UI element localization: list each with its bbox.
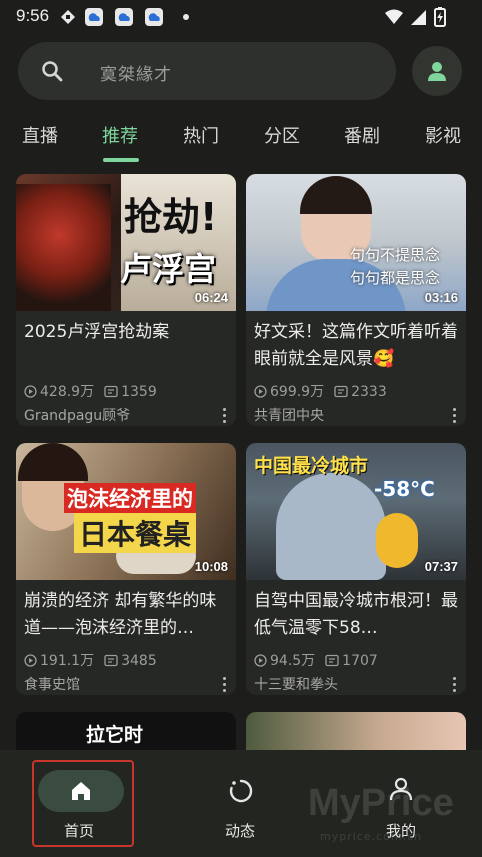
video-duration: 10:08 bbox=[194, 559, 228, 574]
tab-film[interactable]: 影视 bbox=[425, 122, 461, 148]
video-card[interactable]: 抢劫! 卢浮宫 06:24 2025卢浮宫抢劫案 428.9万 1359 Gran… bbox=[16, 174, 236, 426]
video-stats: 94.5万 1707 bbox=[254, 650, 378, 670]
dynamic-icon[interactable] bbox=[228, 778, 254, 804]
video-stats: 428.9万 1359 bbox=[24, 381, 157, 401]
cloud-notification-icon bbox=[85, 8, 103, 26]
uploader-name[interactable]: Grandpagu顾爷 bbox=[24, 405, 130, 425]
video-title: 自驾中国最冷城市根河！最低气温零下58… bbox=[254, 591, 458, 638]
video-stats: 699.9万 2333 bbox=[254, 381, 387, 401]
danmaku-icon bbox=[334, 385, 348, 398]
video-card[interactable]: 句句不提思念 句句都是思念 03:16 好文采！这篇作文听着听着眼前就全是风景🥰… bbox=[246, 174, 466, 426]
video-title: 好文采！这篇作文听着听着眼前就全是风景🥰 bbox=[254, 322, 458, 369]
active-tab-indicator bbox=[103, 158, 139, 162]
danmaku-icon bbox=[104, 385, 118, 398]
watermark-url: myprice.com.cn bbox=[320, 830, 423, 843]
avatar[interactable] bbox=[412, 46, 462, 96]
video-thumbnail[interactable]: 泡沫经济里的 日本餐桌 10:08 bbox=[16, 443, 236, 580]
video-duration: 03:16 bbox=[424, 290, 458, 305]
play-count-icon bbox=[254, 654, 267, 667]
tab-categories[interactable]: 分区 bbox=[264, 122, 300, 148]
video-title: 2025卢浮宫抢劫案 bbox=[24, 322, 170, 342]
more-options-icon[interactable] bbox=[223, 677, 227, 693]
uploader-name[interactable]: 共青团中央 bbox=[254, 405, 324, 425]
play-count-icon bbox=[254, 385, 267, 398]
danmaku-icon bbox=[104, 654, 118, 667]
thumbnail-text: -58°C bbox=[374, 477, 435, 501]
thumbnail-text: 日本餐桌 bbox=[74, 513, 197, 553]
thumbnail-text: 泡沫经济里的 bbox=[64, 483, 196, 513]
video-title: 崩溃的经济 却有繁华的味道——泡沫经济里的… bbox=[24, 591, 217, 638]
battery-charging-icon bbox=[434, 7, 446, 27]
status-time: 9:56 bbox=[16, 6, 50, 25]
play-count-icon bbox=[24, 385, 37, 398]
thumbnail-text: 句句都是思念 bbox=[350, 269, 441, 287]
signal-icon bbox=[411, 10, 426, 25]
search-icon bbox=[42, 61, 63, 82]
more-options-icon[interactable] bbox=[453, 408, 457, 424]
video-thumbnail[interactable]: 句句不提思念 句句都是思念 03:16 bbox=[246, 174, 466, 311]
search-placeholder: 寞桀緣才 bbox=[100, 65, 172, 85]
video-duration: 06:24 bbox=[194, 290, 228, 305]
thumbnail-text: 卢浮宫 bbox=[120, 250, 217, 288]
thumbnail-text: 抢劫! bbox=[124, 195, 218, 239]
category-tabs: 直播 推荐 热门 分区 番剧 影视 bbox=[0, 114, 482, 162]
thumbnail-text: 拉它时 bbox=[86, 724, 144, 746]
danmaku-icon bbox=[325, 654, 339, 667]
view-count: 699.9万 bbox=[270, 384, 325, 400]
view-count: 191.1万 bbox=[40, 653, 95, 669]
video-stats: 191.1万 3485 bbox=[24, 650, 157, 670]
user-avatar-icon bbox=[428, 62, 446, 81]
tab-recommended[interactable]: 推荐 bbox=[102, 122, 138, 148]
status-bar: 9:56 bbox=[0, 0, 482, 34]
watermark: MyPrice bbox=[308, 782, 454, 824]
video-thumbnail[interactable]: 中国最冷城市 -58°C 07:37 bbox=[246, 443, 466, 580]
app-notification-icon bbox=[61, 10, 75, 24]
more-notifications-dot-icon bbox=[183, 14, 189, 20]
wifi-icon bbox=[385, 9, 403, 24]
tab-anime[interactable]: 番剧 bbox=[344, 122, 380, 148]
thumbnail-text: 中国最冷城市 bbox=[254, 455, 369, 477]
cloud-notification-icon bbox=[115, 8, 133, 26]
annotation-highlight bbox=[32, 760, 134, 847]
danmaku-count: 2333 bbox=[351, 384, 387, 400]
tab-hot[interactable]: 热门 bbox=[183, 122, 219, 148]
tab-live[interactable]: 直播 bbox=[22, 122, 58, 148]
view-count: 428.9万 bbox=[40, 384, 95, 400]
uploader-name[interactable]: 食事史馆 bbox=[24, 674, 80, 694]
view-count: 94.5万 bbox=[270, 653, 316, 669]
danmaku-count: 1707 bbox=[342, 653, 378, 669]
nav-dynamic-label[interactable]: 动态 bbox=[225, 820, 255, 841]
video-card[interactable]: 泡沫经济里的 日本餐桌 10:08 崩溃的经济 却有繁华的味道——泡沫经济里的…… bbox=[16, 443, 236, 695]
cloud-notification-icon bbox=[145, 8, 163, 26]
thumbnail-text: 句句不提思念 bbox=[350, 246, 441, 264]
search-bar[interactable]: 寞桀緣才 bbox=[18, 42, 396, 100]
danmaku-count: 3485 bbox=[121, 653, 157, 669]
more-options-icon[interactable] bbox=[453, 677, 457, 693]
video-card[interactable]: 中国最冷城市 -58°C 07:37 自驾中国最冷城市根河！最低气温零下58… … bbox=[246, 443, 466, 695]
danmaku-count: 1359 bbox=[121, 384, 157, 400]
video-thumbnail[interactable]: 抢劫! 卢浮宫 06:24 bbox=[16, 174, 236, 311]
play-count-icon bbox=[24, 654, 37, 667]
video-duration: 07:37 bbox=[424, 559, 458, 574]
more-options-icon[interactable] bbox=[223, 408, 227, 424]
uploader-name[interactable]: 十三要和拳头 bbox=[254, 674, 338, 694]
